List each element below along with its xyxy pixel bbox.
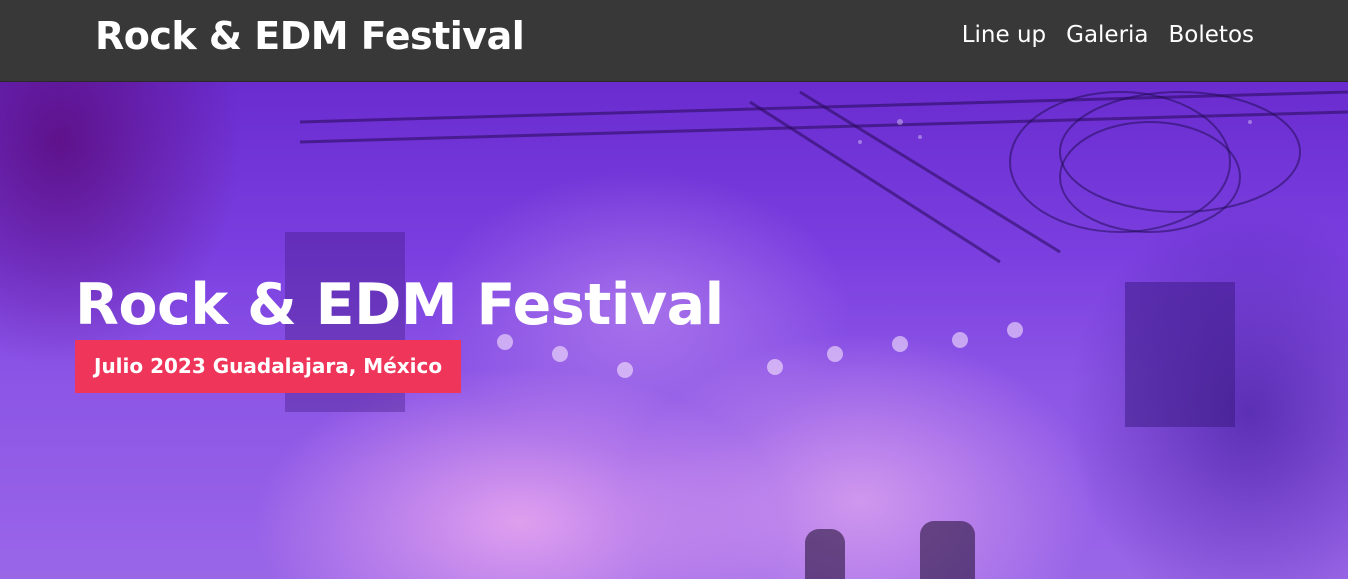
nav-link-galeria[interactable]: Galeria (1066, 22, 1148, 48)
hero-section: Rock & EDM Festival Julio 2023 Guadalaja… (0, 82, 1348, 579)
site-header: Rock & EDM Festival Line up Galeria Bole… (0, 0, 1348, 82)
nav-link-boletos[interactable]: Boletos (1169, 22, 1254, 48)
performer-silhouette-image (920, 521, 975, 579)
hero-title: Rock & EDM Festival (75, 272, 724, 338)
site-title[interactable]: Rock & EDM Festival (95, 14, 525, 58)
performer-silhouette-image (805, 529, 845, 579)
main-nav: Line up Galeria Boletos (962, 22, 1254, 48)
event-date-badge: Julio 2023 Guadalajara, México (75, 340, 462, 393)
nav-link-line-up[interactable]: Line up (962, 22, 1046, 48)
